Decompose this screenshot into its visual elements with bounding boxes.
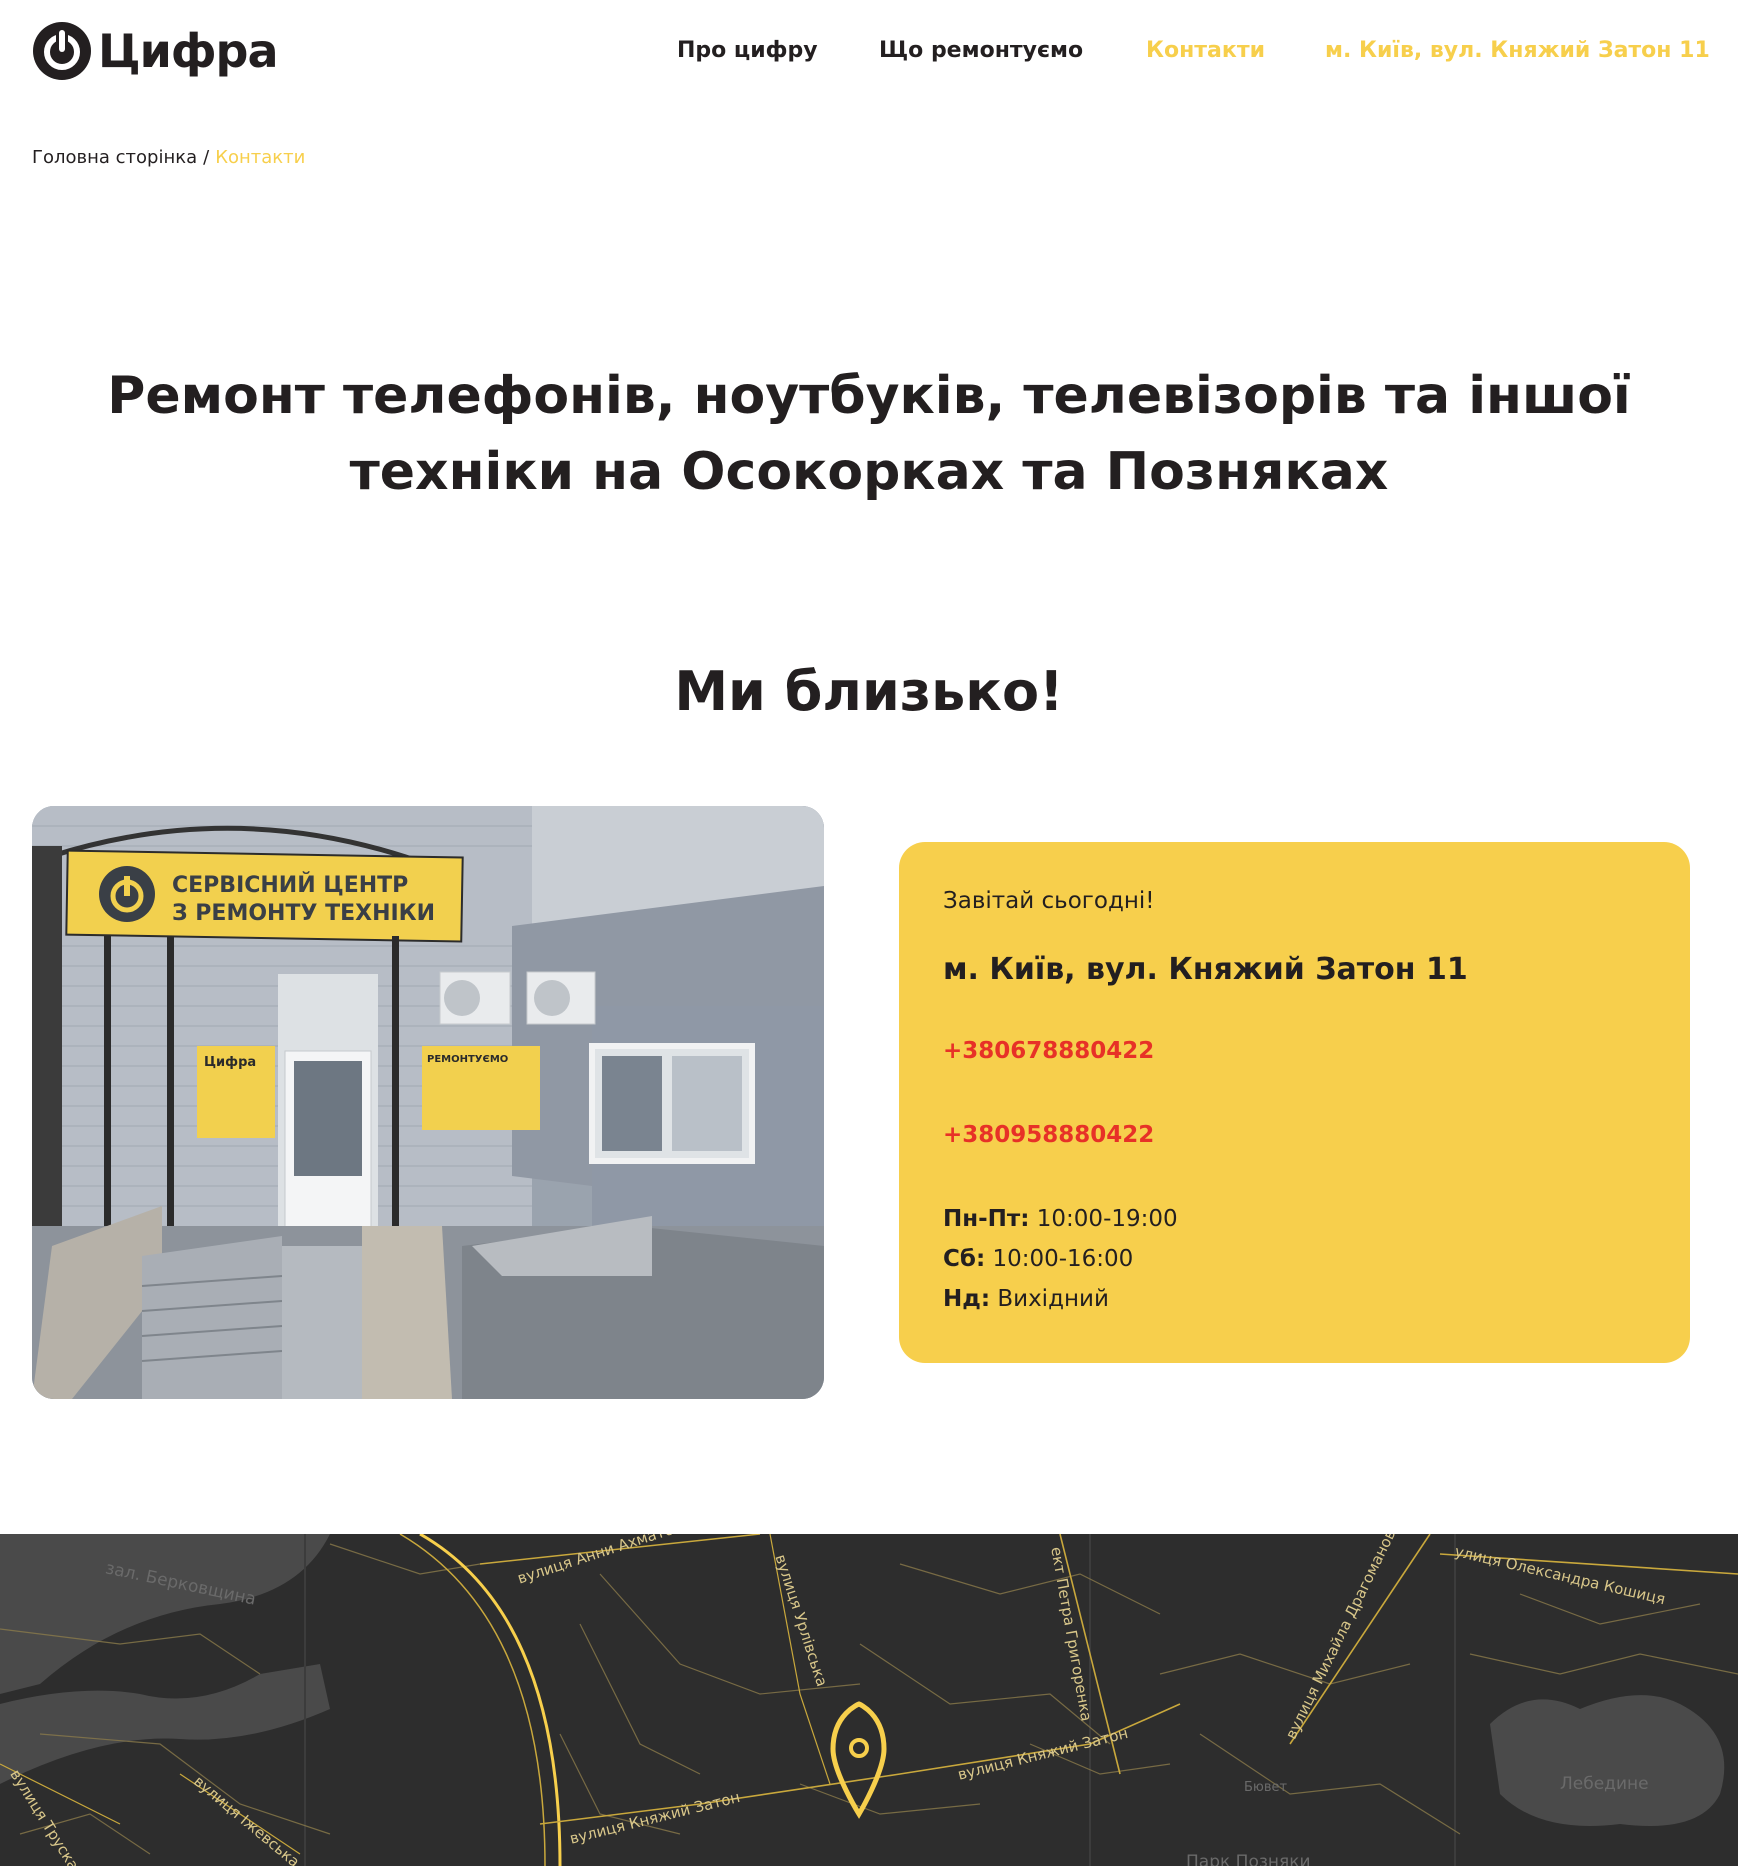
location-map[interactable]: зал. Берковщина вулиця Анни Ахматової ву… <box>0 1534 1738 1866</box>
sign-text-line1: СЕРВІСНИЙ ЦЕНТР <box>172 872 408 898</box>
hours-day: Нд: <box>943 1286 991 1312</box>
sign-text-line2: З РЕМОНТУ ТЕХНІКИ <box>172 901 435 926</box>
hours-time: 10:00-19:00 <box>1036 1206 1178 1232</box>
hours-sunday: Нд: Вихідний <box>943 1286 1109 1312</box>
map-label: Бювет <box>1244 1780 1288 1795</box>
phone-link-1[interactable]: +380678880422 <box>943 1038 1154 1064</box>
map-canvas <box>0 1534 1738 1866</box>
map-label: Парк Позняки <box>1186 1852 1311 1866</box>
section-title: Ми близько! <box>674 660 1064 723</box>
poster-right-text: РЕМОНТУЄМО <box>427 1054 508 1065</box>
hours-time: 10:00-16:00 <box>992 1246 1134 1272</box>
site-header: Цифра Про цифру Що ремонтуємо Контакти м… <box>0 0 1738 104</box>
nav-address[interactable]: м. Київ, вул. Княжий Затон 11 <box>1325 34 1710 68</box>
map-label: Лебедине <box>1560 1774 1649 1794</box>
map-pin-icon[interactable] <box>830 1701 887 1819</box>
nav-repairs[interactable]: Що ремонтуємо <box>879 34 1083 68</box>
main-nav: Про цифру Що ремонтуємо Контакти м. Київ… <box>0 34 1738 68</box>
contact-invite: Завітай сьогодні! <box>943 888 1155 914</box>
page-title-line2: техніки на Осокорках та Позняках <box>349 442 1389 502</box>
breadcrumb-home[interactable]: Головна сторінка <box>32 147 197 168</box>
hours-time: Вихідний <box>997 1286 1109 1312</box>
storefront-photo: СЕРВІСНИЙ ЦЕНТР З РЕМОНТУ ТЕХНІКИ Цифра … <box>32 806 824 1399</box>
hours-saturday: Сб: 10:00-16:00 <box>943 1246 1133 1272</box>
contact-address: м. Київ, вул. Княжий Затон 11 <box>943 952 1468 987</box>
hours-weekdays: Пн-Пт: 10:00-19:00 <box>943 1206 1178 1232</box>
hours-day: Сб: <box>943 1246 986 1272</box>
breadcrumb: Головна сторінка / Контакти <box>32 146 305 170</box>
page-title: Ремонт телефонів, ноутбуків, телевізорів… <box>40 358 1698 510</box>
contact-card: Завітай сьогодні! м. Київ, вул. Княжий З… <box>899 842 1690 1363</box>
hours-day: Пн-Пт: <box>943 1206 1030 1232</box>
nav-contacts[interactable]: Контакти <box>1146 34 1265 68</box>
breadcrumb-current: Контакти <box>215 147 306 168</box>
breadcrumb-separator: / <box>203 147 210 168</box>
phone-link-2[interactable]: +380958880422 <box>943 1122 1154 1148</box>
nav-about[interactable]: Про цифру <box>677 34 818 68</box>
page-title-line1: Ремонт телефонів, ноутбуків, телевізорів… <box>107 366 1631 426</box>
poster-left-text: Цифра <box>204 1055 256 1070</box>
